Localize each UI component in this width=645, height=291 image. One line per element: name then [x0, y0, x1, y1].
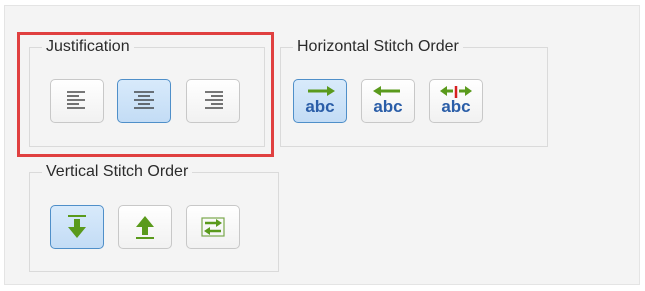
- bottom-to-top-button[interactable]: [118, 205, 172, 249]
- center-out-abc-icon: abc: [440, 86, 472, 116]
- arrow-down-icon: [68, 215, 86, 238]
- alternate-direction-button[interactable]: [186, 205, 240, 249]
- center-out-button[interactable]: abc: [429, 79, 483, 123]
- abc-label: abc: [373, 97, 402, 116]
- alternate-arrows-icon: [201, 217, 225, 237]
- horizontal-stitch-order-title: Horizontal Stitch Order: [293, 37, 463, 57]
- right-to-left-abc-icon: abc: [373, 86, 403, 116]
- left-to-right-button[interactable]: abc: [293, 79, 347, 123]
- abc-label: abc: [441, 97, 470, 116]
- vertical-stitch-order-title: Vertical Stitch Order: [42, 162, 193, 182]
- right-to-left-button[interactable]: abc: [361, 79, 415, 123]
- arrow-up-icon: [136, 216, 154, 239]
- abc-label: abc: [305, 97, 334, 116]
- justification-highlight-box: [17, 32, 274, 157]
- left-to-right-abc-icon: abc: [305, 86, 335, 116]
- top-to-bottom-button[interactable]: [50, 205, 104, 249]
